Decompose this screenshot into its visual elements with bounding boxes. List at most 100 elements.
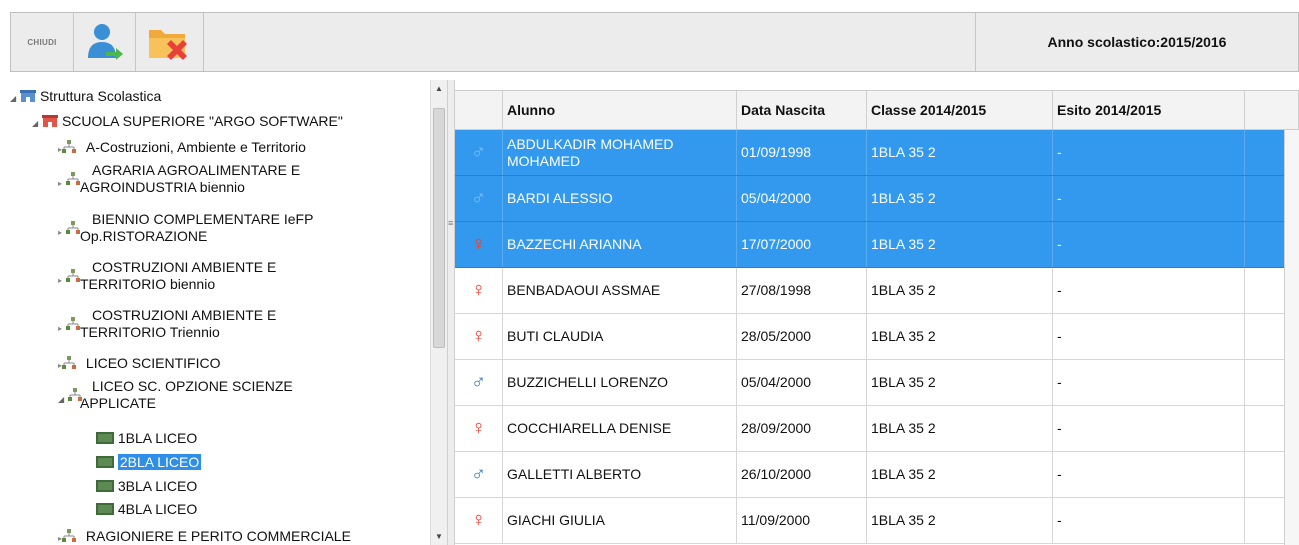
outcome-cell: - (1053, 360, 1245, 405)
tree-node-0[interactable]: ▸ A-Costruzioni, Ambiente e Territorio (58, 139, 306, 158)
tree-root[interactable]: ◢ Struttura Scolastica (10, 88, 161, 107)
prev-class-cell: 1BLA 35 2 (867, 452, 1053, 497)
female-gender-icon: ♀ (455, 222, 503, 267)
outcome-cell: - (1053, 406, 1245, 451)
close-label: CHIUDI (27, 37, 57, 47)
remove-folder-button[interactable] (136, 13, 204, 71)
prev-class-cell: 1BLA 35 2 (867, 222, 1053, 267)
students-grid: Alunno Data Nascita Classe 2014/2015 Esi… (455, 80, 1299, 545)
table-row[interactable]: ♀ BAZZECHI ARIANNA 17/07/2000 1BLA 35 2- (455, 222, 1299, 268)
female-gender-icon: ♀ (455, 406, 503, 451)
male-gender-icon: ♂ (455, 452, 503, 497)
grid-header: Alunno Data Nascita Classe 2014/2015 Esi… (455, 90, 1299, 130)
birth-date-cell: 28/09/2000 (737, 406, 867, 451)
birth-date-cell: 01/09/1998 (737, 130, 867, 175)
school-year-label: Anno scolastico:2015/2016 (1047, 34, 1227, 50)
tree-class-2bla[interactable]: 2BLA LICEO (96, 454, 202, 471)
birth-date-cell: 26/10/2000 (737, 452, 867, 497)
birth-date-cell: 27/08/1998 (737, 268, 867, 313)
table-row[interactable]: ♂ BUZZICHELLI LORENZO 05/04/2000 1BLA 35 2- (455, 360, 1299, 406)
prev-class-cell: 1BLA 35 2 (867, 268, 1053, 313)
outcome-cell: - (1053, 222, 1245, 267)
birth-date-cell: 05/04/2000 (737, 360, 867, 405)
classroom-board-icon (96, 480, 114, 492)
scroll-up-icon[interactable]: ▲ (435, 84, 443, 93)
outcome-cell: - (1053, 452, 1245, 497)
tree-node-5[interactable]: ▸ LICEO SCIENTIFICO (58, 355, 220, 374)
prev-class-cell: 1BLA 35 2 (867, 498, 1053, 543)
tree-school[interactable]: ◢ SCUOLA SUPERIORE "ARGO SOFTWARE" (32, 113, 343, 132)
outcome-cell: - (1053, 314, 1245, 359)
org-chart-icon (62, 140, 77, 153)
tree-class-1bla[interactable]: 1BLA LICEO (96, 430, 197, 447)
org-chart-icon (66, 221, 80, 234)
table-row[interactable]: ♀ BUTI CLAUDIA 28/05/2000 1BLA 35 2- (455, 314, 1299, 360)
male-gender-icon: ♂ (455, 130, 503, 175)
tree-node-7[interactable]: ▸ RAGIONIERE E PERITO COMMERCIALE (58, 528, 351, 545)
classroom-board-icon (96, 503, 114, 515)
tree-class-4bla[interactable]: 4BLA LICEO (96, 501, 197, 518)
student-name-cell: GALLETTI ALBERTO (503, 452, 737, 497)
student-name-cell: BUTI CLAUDIA (503, 314, 737, 359)
user-arrow-icon (87, 24, 123, 60)
male-gender-icon: ♂ (455, 176, 503, 221)
school-red-icon (42, 115, 59, 127)
org-chart-icon (62, 356, 77, 369)
male-gender-icon: ♂ (455, 360, 503, 405)
tree-node-1[interactable]: ▸ AGRARIA AGROALIMENTARE E AGROINDUSTRIA… (58, 162, 300, 196)
close-button[interactable]: CHIUDI (11, 13, 74, 71)
folder-delete-icon (148, 30, 187, 60)
org-chart-icon (66, 317, 80, 330)
table-row[interactable]: ♀ GIACHI GIULIA 11/09/2000 1BLA 35 2- (455, 498, 1299, 544)
student-name-cell: BUZZICHELLI LORENZO (503, 360, 737, 405)
col-alunno-header[interactable]: Alunno (503, 91, 737, 129)
selected-class-label: 2BLA LICEO (117, 454, 202, 470)
tree-scrollbar[interactable]: ▲ ▼ (430, 80, 447, 545)
prev-class-cell: 1BLA 35 2 (867, 314, 1053, 359)
female-gender-icon: ♀ (455, 498, 503, 543)
female-gender-icon: ♀ (455, 314, 503, 359)
table-row[interactable]: ♂ ABDULKADIR MOHAMED MOHAMED 01/09/1998 1BL… (455, 130, 1299, 176)
col-gender-header[interactable] (455, 91, 503, 129)
toolbar: CHIUDI Anno scolastico:2015/2016 (10, 12, 1299, 72)
tree-class-3bla[interactable]: 3BLA LICEO (96, 478, 197, 495)
student-name-cell: GIACHI GIULIA (503, 498, 737, 543)
student-name-cell: BARDI ALESSIO (503, 176, 737, 221)
tree-node-4[interactable]: ▸ COSTRUZIONI AMBIENTE E TERRITORIO Trie… (58, 307, 276, 341)
prev-class-cell: 1BLA 35 2 (867, 130, 1053, 175)
tree-node-3[interactable]: ▸ COSTRUZIONI AMBIENTE E TERRITORIO bien… (58, 259, 276, 293)
tree-root-label: Struttura Scolastica (39, 88, 162, 104)
tree-scroll-thumb[interactable] (433, 108, 445, 348)
table-row[interactable]: ♀ BENBADAOUI ASSMAE 27/08/1998 1BLA 35 2- (455, 268, 1299, 314)
female-gender-icon: ♀ (455, 268, 503, 313)
col-birth-header[interactable]: Data Nascita (737, 91, 867, 129)
school-building-icon (20, 90, 37, 102)
classroom-board-icon (96, 456, 114, 468)
outcome-cell: - (1053, 268, 1245, 313)
prev-class-cell: 1BLA 35 2 (867, 406, 1053, 451)
outcome-cell: - (1053, 130, 1245, 175)
col-class-header[interactable]: Classe 2014/2015 (867, 91, 1053, 129)
prev-class-cell: 1BLA 35 2 (867, 176, 1053, 221)
scroll-down-icon[interactable]: ▼ (435, 532, 443, 541)
col-esito-header[interactable]: Esito 2014/2015 (1053, 91, 1245, 129)
table-row[interactable]: ♂ GALLETTI ALBERTO 26/10/2000 1BLA 35 2- (455, 452, 1299, 498)
org-chart-icon (68, 388, 82, 401)
student-name-cell: ABDULKADIR MOHAMED MOHAMED (503, 130, 737, 175)
table-row[interactable]: ♂ BARDI ALESSIO 05/04/2000 1BLA 35 2- (455, 176, 1299, 222)
student-name-cell: COCCHIARELLA DENISE (503, 406, 737, 451)
classroom-board-icon (96, 432, 114, 444)
org-chart-icon (66, 172, 80, 185)
user-action-button[interactable] (74, 13, 136, 71)
table-row[interactable]: ♀ COCCHIARELLA DENISE 28/09/2000 1BLA 35 2- (455, 406, 1299, 452)
grid-scrollbar[interactable] (1284, 130, 1299, 545)
birth-date-cell: 28/05/2000 (737, 314, 867, 359)
org-chart-icon (66, 269, 80, 282)
birth-date-cell: 17/07/2000 (737, 222, 867, 267)
tree-node-6[interactable]: ◢ LICEO SC. OPZIONE SCIENZE APPLICATE (58, 378, 293, 412)
panel-splitter[interactable]: ≡ (447, 80, 455, 545)
tree-school-label: SCUOLA SUPERIORE "ARGO SOFTWARE" (61, 113, 343, 129)
prev-class-cell: 1BLA 35 2 (867, 360, 1053, 405)
tree-node-2[interactable]: ▸ BIENNIO COMPLEMENTARE IeFP Op.RISTORAZ… (58, 211, 313, 245)
org-chart-icon (62, 529, 77, 542)
